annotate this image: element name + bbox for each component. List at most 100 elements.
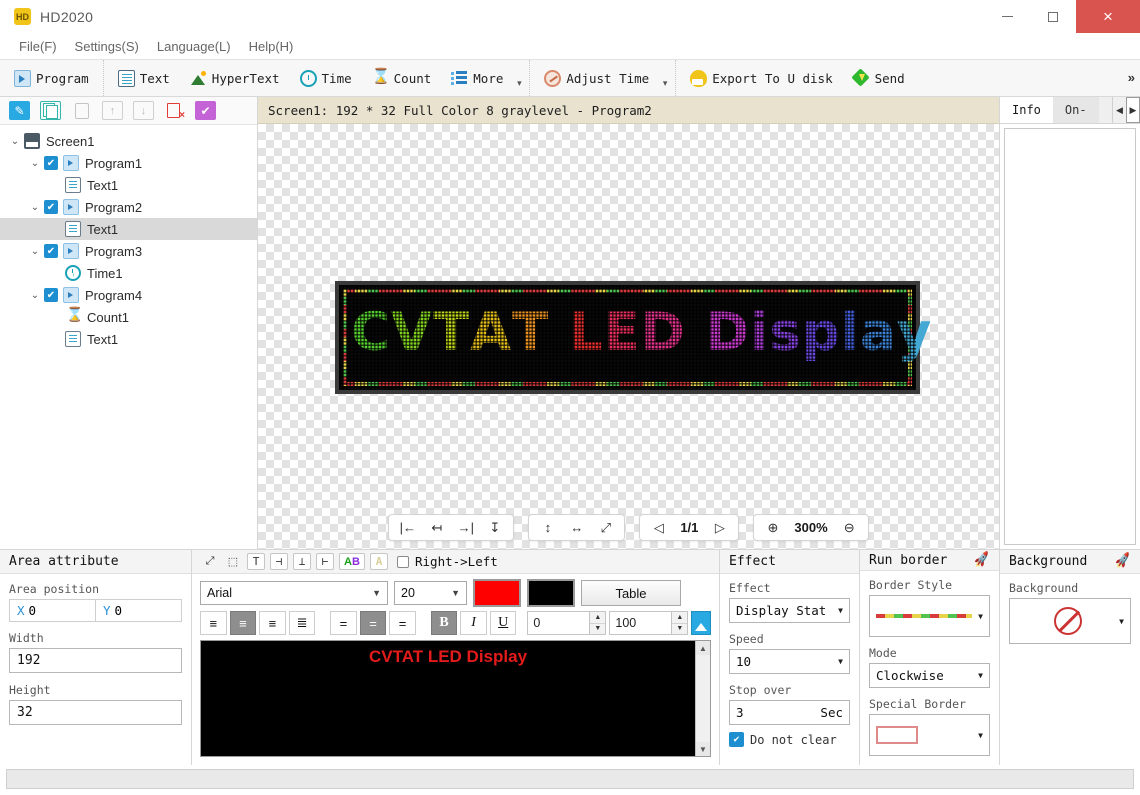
menu-item-language[interactable]: Language(L) <box>148 37 240 56</box>
outline-text-icon[interactable]: A <box>370 553 388 570</box>
valign-bottom-button[interactable]: = <box>389 611 416 635</box>
border-style-select[interactable]: ▼ <box>869 595 990 637</box>
align-horizontal-icon[interactable]: ⊣ <box>270 553 288 570</box>
table-button[interactable]: Table <box>581 580 681 606</box>
menu-item-settings[interactable]: Settings(S) <box>66 37 148 56</box>
count-button[interactable]: Count <box>362 63 442 93</box>
tree-node-text1-p2[interactable]: Text1 <box>0 218 257 240</box>
twisty-icon[interactable]: ⌄ <box>26 202 44 213</box>
align-width-icon[interactable]: ⊢ <box>316 553 334 570</box>
menu-item-help[interactable]: Help(H) <box>240 37 303 56</box>
bold-button[interactable]: B <box>430 611 458 635</box>
close-button[interactable]: × <box>1076 0 1140 33</box>
x-field[interactable]: X 0 <box>9 599 96 622</box>
background-select[interactable]: ▼ <box>1009 598 1131 644</box>
prev-page-button[interactable]: ◁ <box>644 515 673 540</box>
maximize-button[interactable] <box>1030 0 1076 33</box>
tree-node-program4[interactable]: ⌄ ✔ Program4 <box>0 284 257 306</box>
enable-checkbox[interactable]: ✔ <box>44 288 58 302</box>
speed-select[interactable]: 10 ▼ <box>729 649 850 674</box>
do-not-clear-checkbox[interactable]: ✔ Do not clear <box>729 732 850 747</box>
led-preview-panel[interactable]: CVTAT LED Display <box>335 281 931 394</box>
zoom-out-icon[interactable]: ⊖ <box>835 515 864 540</box>
underline-button[interactable]: U <box>489 611 517 635</box>
program-button[interactable]: Program <box>4 63 99 93</box>
adjust-time-button[interactable]: Adjust Time <box>534 63 659 93</box>
y-field[interactable]: Y 0 <box>96 599 182 622</box>
scale-arrows[interactable]: ▲ ▼ <box>671 611 689 635</box>
tree-node-text1-p4[interactable]: Text1 <box>0 328 257 350</box>
italic-button[interactable]: I <box>460 611 487 635</box>
effect-select[interactable]: Display Stat ▼ <box>729 598 850 623</box>
tab-info[interactable]: Info <box>1000 97 1053 123</box>
align-justify-button[interactable]: ≣ <box>288 611 316 635</box>
menu-item-file[interactable]: File(F) <box>10 37 66 56</box>
colorize-ab-icon[interactable]: AB <box>339 553 365 570</box>
move-down-button[interactable]: ↓ <box>133 101 154 120</box>
time-button[interactable]: Time <box>290 63 362 93</box>
text-preview-scrollbar[interactable]: ▲ ▼ <box>695 641 710 756</box>
align-bottom-button[interactable]: ↧ <box>480 515 509 540</box>
text-button[interactable]: Text <box>108 63 180 93</box>
text-preview-area[interactable]: CVTAT LED Display ▲ ▼ <box>200 640 711 757</box>
zoom-in-icon[interactable]: ⊕ <box>758 515 787 540</box>
more-button[interactable]: More <box>441 63 513 93</box>
tree-node-text1-p1[interactable]: Text1 <box>0 174 257 196</box>
move-up-button[interactable]: ↑ <box>102 101 123 120</box>
tree-node-program1[interactable]: ⌄ ✔ Program1 <box>0 152 257 174</box>
twisty-icon[interactable]: ⌄ <box>6 136 24 147</box>
align-right-button[interactable]: ≡ <box>259 611 286 635</box>
export-to-u-disk-button[interactable]: Export To U disk <box>680 63 842 93</box>
insert-image-icon[interactable] <box>691 611 712 635</box>
twisty-icon[interactable]: ⌄ <box>26 246 44 257</box>
minimize-button[interactable] <box>984 0 1030 33</box>
more-caret-icon[interactable]: ▾ <box>513 63 525 93</box>
tree-node-time1[interactable]: Time1 <box>0 262 257 284</box>
twisty-icon[interactable]: ⌄ <box>26 158 44 169</box>
tab-scroll-right-icon[interactable]: ▶ <box>1126 97 1140 123</box>
height-input[interactable]: 32 <box>9 700 182 725</box>
scale-stepper[interactable]: 100 ▲ ▼ <box>609 611 689 635</box>
tab-scroll-left-icon[interactable]: ◀ <box>1112 97 1126 123</box>
apply-button[interactable]: ✔ <box>195 101 216 120</box>
stopover-input[interactable]: 3 Sec <box>729 700 850 725</box>
text-mode-icon[interactable]: T <box>247 553 265 570</box>
tree-node-program3[interactable]: ⌄ ✔ Program3 <box>0 240 257 262</box>
special-border-select[interactable]: ▼ <box>869 714 990 756</box>
tree-node-count1[interactable]: Count1 <box>0 306 257 328</box>
letter-spacing-arrows[interactable]: ▲ ▼ <box>589 611 607 635</box>
delete-button[interactable] <box>164 101 185 121</box>
enable-checkbox[interactable]: ✔ <box>44 200 58 214</box>
align-top-button[interactable]: ↤ <box>422 515 451 540</box>
fit-screen-button[interactable]: ⤢ <box>591 515 620 540</box>
tree-node-program2[interactable]: ⌄ ✔ Program2 <box>0 196 257 218</box>
valign-top-button[interactable]: = <box>330 611 357 635</box>
hypertext-button[interactable]: HyperText <box>180 63 290 93</box>
canvas-area[interactable]: CVTAT LED Display |← ↤ →| ↧ ↕ ↔ ⤢ ◁ 1/1 <box>258 124 999 549</box>
font-family-select[interactable]: Arial ▼ <box>200 581 388 605</box>
paste-button[interactable] <box>71 101 92 120</box>
align-left-button[interactable]: ≡ <box>200 611 227 635</box>
scroll-up-icon[interactable]: ▲ <box>696 641 710 655</box>
ribbon-overflow-icon[interactable]: » <box>1128 70 1135 85</box>
align-left-button[interactable]: |← <box>393 515 422 540</box>
rocket-icon[interactable]: 🚀 <box>1114 553 1133 571</box>
align-right-button[interactable]: →| <box>451 515 480 540</box>
background-color-swatch[interactable] <box>527 579 575 607</box>
foreground-color-swatch[interactable] <box>473 579 521 607</box>
align-center-button[interactable]: ≡ <box>229 611 257 635</box>
width-input[interactable]: 192 <box>9 648 182 673</box>
add-program-button[interactable]: ✎ <box>9 101 30 120</box>
tab-online[interactable]: On- <box>1052 97 1099 123</box>
copy-button[interactable] <box>40 101 61 120</box>
font-size-select[interactable]: 20 ▼ <box>394 581 467 605</box>
adjust-time-caret-icon[interactable]: ▾ <box>659 63 671 93</box>
enable-checkbox[interactable]: ✔ <box>44 244 58 258</box>
scroll-down-icon[interactable]: ▼ <box>696 742 710 756</box>
tree-node-screen1[interactable]: ⌄ Screen1 <box>0 130 257 152</box>
fit-width-button[interactable]: ↔ <box>562 515 591 540</box>
align-vertical-icon[interactable]: ⊥ <box>293 553 311 570</box>
send-button[interactable]: Send <box>843 63 915 93</box>
next-page-button[interactable]: ▷ <box>705 515 734 540</box>
letter-spacing-stepper[interactable]: 0 ▲ ▼ <box>527 611 607 635</box>
